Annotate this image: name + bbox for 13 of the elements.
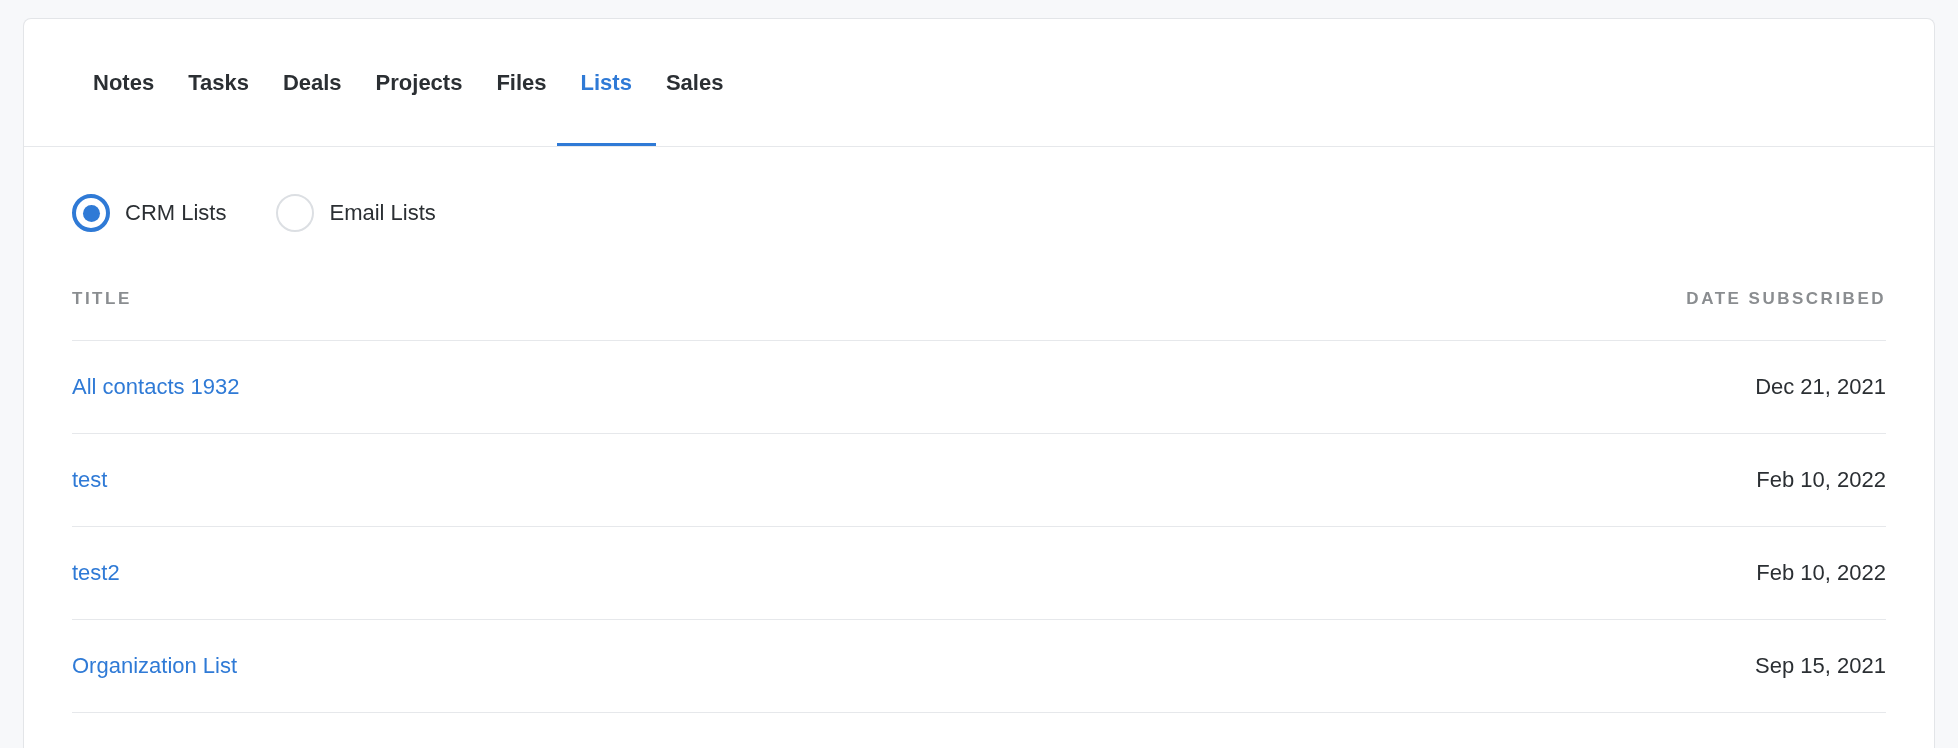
date-text: Feb 10, 2022 — [1756, 560, 1886, 586]
tab[interactable]: Lists — [556, 19, 656, 146]
list-link[interactable]: test — [72, 467, 108, 493]
date-text: Sep 15, 2021 — [1755, 653, 1886, 679]
date-text: Feb 10, 2022 — [1756, 467, 1886, 493]
radio-label[interactable]: CRM Lists — [125, 200, 227, 226]
column-header: TITLE — [72, 289, 132, 309]
radio-label[interactable]: Email Lists — [329, 200, 436, 226]
date-text: Dec 21, 2021 — [1755, 374, 1886, 400]
column-header: DATE SUBSCRIBED — [1686, 289, 1886, 309]
list-link[interactable]: Organization List — [72, 653, 238, 679]
list-link[interactable]: test2 — [72, 560, 120, 586]
list-link[interactable]: All contacts 1932 — [72, 374, 240, 400]
